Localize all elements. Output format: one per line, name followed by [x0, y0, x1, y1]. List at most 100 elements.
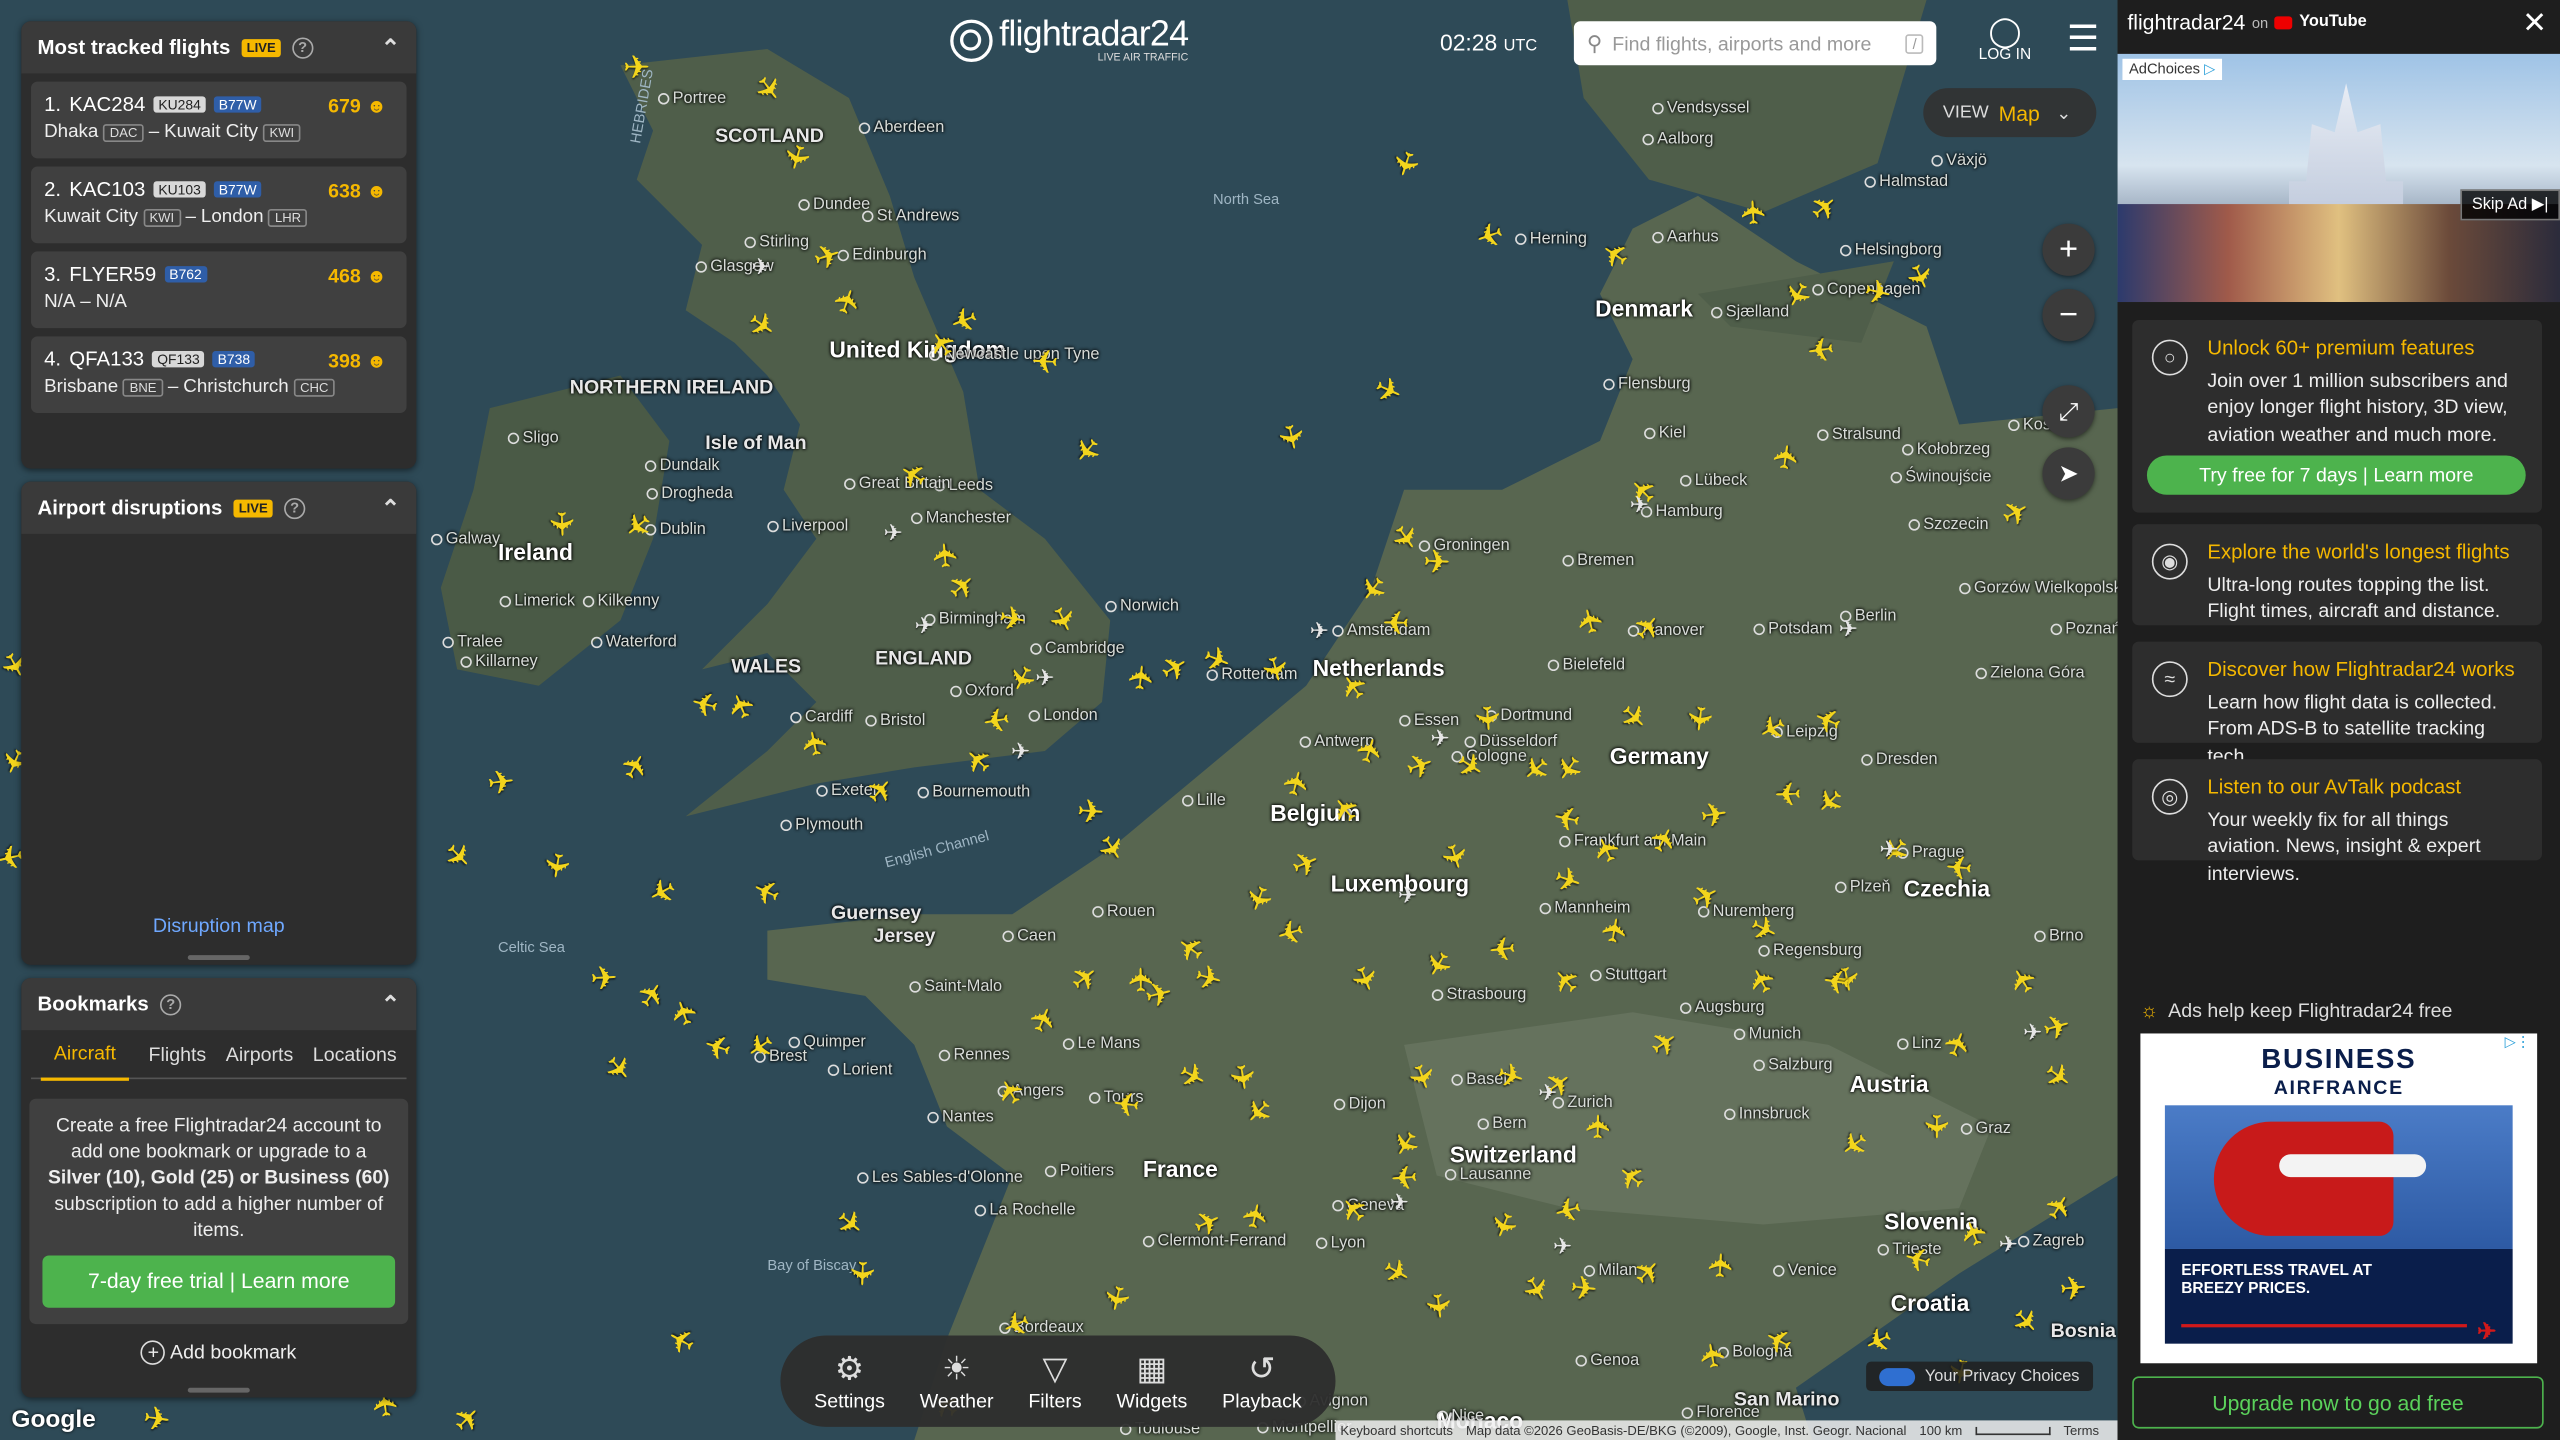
hamburger-menu-icon[interactable]: ☰ [2067, 20, 2099, 56]
map-label-city[interactable]: Bielefeld [1548, 656, 1625, 674]
zoom-out-button[interactable]: − [2042, 288, 2095, 342]
ground-aircraft-icon[interactable]: ✈ [2015, 1014, 2051, 1050]
bookmarks-header[interactable]: Bookmarks ? ⌃ [21, 977, 417, 1031]
aircraft-icon[interactable]: ✈ [619, 51, 655, 87]
weather-button[interactable]: ☀ Weather [920, 1350, 994, 1412]
playback-button[interactable]: ↺ Playback [1222, 1350, 1302, 1412]
aircraft-icon[interactable]: ✈ [1564, 1270, 1603, 1310]
aircraft-icon[interactable]: ✈ [1678, 698, 1718, 738]
map-label-city[interactable]: Genoa [1576, 1352, 1639, 1370]
aircraft-icon[interactable]: ✈ [1582, 1108, 1619, 1145]
map-label-city[interactable]: Stuttgart [1590, 967, 1667, 985]
map-label-city[interactable]: Aalborg [1642, 131, 1713, 149]
settings-button[interactable]: ⚙ Settings [814, 1350, 885, 1412]
promo-card[interactable]: ◎ Listen to our AvTalk podcast Your weekly… [2132, 759, 2543, 884]
tab-aircraft[interactable]: Aircraft [40, 1028, 129, 1080]
upgrade-button[interactable]: Upgrade now to go ad free [2132, 1376, 2544, 1429]
ground-aircraft-icon[interactable]: ✈ [743, 248, 779, 284]
privacy-choices[interactable]: Your Privacy Choices [1866, 1361, 2093, 1392]
aircraft-icon[interactable]: ✈ [481, 764, 521, 804]
map-label-city[interactable]: Munich [1734, 1025, 1802, 1043]
filters-button[interactable]: ▽ Filters [1028, 1350, 1081, 1412]
map-label-city[interactable]: Sligo [508, 429, 558, 447]
aircraft-icon[interactable]: ✈ [535, 845, 576, 886]
aircraft-icon[interactable]: ✈ [541, 506, 579, 543]
map-label-city[interactable]: Innsbruck [1724, 1105, 1810, 1123]
aircraft-icon[interactable]: ✈ [1467, 699, 1505, 737]
map-label-city[interactable]: Rennes [939, 1047, 1009, 1065]
map-label-city[interactable]: Aberdeen [859, 119, 944, 137]
promo-card[interactable]: ○ Unlock 60+ premium features Join over 1 … [2132, 319, 2543, 513]
google-logo[interactable]: Google [11, 1406, 95, 1434]
tracked-flight-card[interactable]: 1. KAC284 KU284 B77W 679 ☻ Dhaka DAC – Kuwait Ci… [31, 81, 407, 159]
map-label-city[interactable]: Drogheda [647, 485, 733, 503]
map-label-city[interactable]: Dundee [798, 196, 870, 214]
aircraft-icon[interactable]: ✈ [1236, 1195, 1279, 1238]
promo-card[interactable]: ≈ Discover how Flightradar24 works Learn h… [2132, 641, 2543, 767]
display-ad[interactable]: ▷⋮ BUSINESS AIRFRANCE EFFORTLESS TRAVEL … [2140, 1033, 2538, 1364]
ground-aircraft-icon[interactable]: ✈ [1990, 1226, 2026, 1262]
map-label-city[interactable]: Świnoujście [1891, 469, 1991, 487]
map-label-city[interactable]: Lyon [1316, 1234, 1366, 1252]
map-label-city[interactable]: Galway [431, 531, 500, 549]
tab-flights[interactable]: Flights [149, 1042, 207, 1065]
chevron-up-icon[interactable]: ⌃ [381, 33, 400, 61]
map-label-city[interactable]: Bremen [1562, 552, 1634, 570]
chevron-up-icon[interactable]: ⌃ [381, 990, 400, 1018]
aircraft-icon[interactable]: ✈ [795, 722, 838, 765]
aircraft-icon[interactable]: ✈ [136, 1400, 177, 1440]
locate-button[interactable]: ➤ [2042, 447, 2095, 500]
disruption-map-link[interactable]: Disruption map [21, 914, 416, 937]
login-button[interactable]: ◯ LOG IN [1976, 16, 2035, 63]
map-label-city[interactable]: Linz [1897, 1035, 1942, 1053]
aircraft-icon[interactable]: ✈ [1736, 193, 1774, 231]
map-label-city[interactable]: Le Mans [1063, 1035, 1141, 1053]
map-label-city[interactable]: Sjælland [1711, 304, 1790, 322]
ground-aircraft-icon[interactable]: ✈ [1389, 877, 1425, 913]
aircraft-icon[interactable]: ✈ [1378, 602, 1415, 639]
aircraft-icon[interactable]: ✈ [1418, 545, 1455, 582]
ground-aircraft-icon[interactable]: ✈ [1530, 1074, 1566, 1110]
map-label-city[interactable]: Portree [658, 90, 727, 108]
map-label-city[interactable]: Zielona Góra [1976, 664, 2084, 682]
promo-button[interactable]: Try free for 7 days | Learn more [2146, 455, 2526, 495]
aircraft-icon[interactable]: ✈ [1071, 794, 1109, 832]
aircraft-icon[interactable]: ✈ [1940, 846, 1979, 885]
skip-ad-button[interactable]: Skip Ad ▶| [2460, 189, 2560, 221]
map-label-city[interactable]: Liverpool [767, 518, 848, 536]
brand-logo[interactable]: flightradar24 LIVE AIR TRAFFIC [950, 16, 1189, 64]
map-label-city[interactable]: London [1029, 707, 1097, 725]
search-input[interactable]: Find flights, airports and more [1612, 32, 1871, 55]
aircraft-icon[interactable]: ✈ [1917, 1109, 1953, 1145]
ground-aircraft-icon[interactable]: ✈ [906, 607, 942, 643]
map-label-city[interactable]: Kiel [1644, 424, 1686, 442]
map-label-city[interactable]: Stralsund [1817, 426, 1901, 444]
ground-aircraft-icon[interactable]: ✈ [1381, 1184, 1417, 1220]
map-label-city[interactable]: Halmstad [1864, 173, 1948, 191]
aircraft-icon[interactable]: ✈ [1482, 927, 1521, 967]
aircraft-icon[interactable]: ✈ [585, 961, 623, 999]
tab-locations[interactable]: Locations [313, 1042, 397, 1065]
map-label-city[interactable]: Saint-Malo [909, 978, 1002, 996]
ground-aircraft-icon[interactable]: ✈ [1422, 720, 1458, 756]
help-icon[interactable]: ? [160, 993, 182, 1015]
map-label-city[interactable]: Rouen [1092, 903, 1155, 921]
map-label-city[interactable]: Augsburg [1680, 999, 1765, 1017]
fullscreen-button[interactable]: ⤢ [2042, 385, 2095, 438]
aircraft-icon[interactable]: ✈ [1769, 773, 1806, 810]
map-label-city[interactable]: Brno [2034, 927, 2083, 945]
ground-aircraft-icon[interactable]: ✈ [1871, 831, 1907, 867]
aircraft-icon[interactable]: ✈ [1767, 437, 1808, 478]
map-label-city[interactable]: Graz [1961, 1120, 2011, 1138]
chevron-up-icon[interactable]: ⌃ [381, 494, 400, 522]
tracked-flight-card[interactable]: 4. QFA133 QF133 B738 398 ☻ Brisbane BNE – Christ… [31, 336, 407, 414]
ground-aircraft-icon[interactable]: ✈ [1830, 611, 1866, 647]
aircraft-icon[interactable]: ✈ [2054, 1270, 2093, 1309]
ground-aircraft-icon[interactable]: ✈ [1544, 1228, 1580, 1264]
map-label-city[interactable]: Norwich [1105, 598, 1179, 616]
ground-aircraft-icon[interactable]: ✈ [1301, 612, 1337, 648]
map-label-city[interactable]: Cambridge [1030, 640, 1125, 658]
map-label-city[interactable]: Killarney [460, 653, 538, 671]
search-box[interactable]: ⚲ Find flights, airports and more / [1573, 21, 1937, 66]
map-label-city[interactable]: Växjö [1931, 152, 1987, 170]
